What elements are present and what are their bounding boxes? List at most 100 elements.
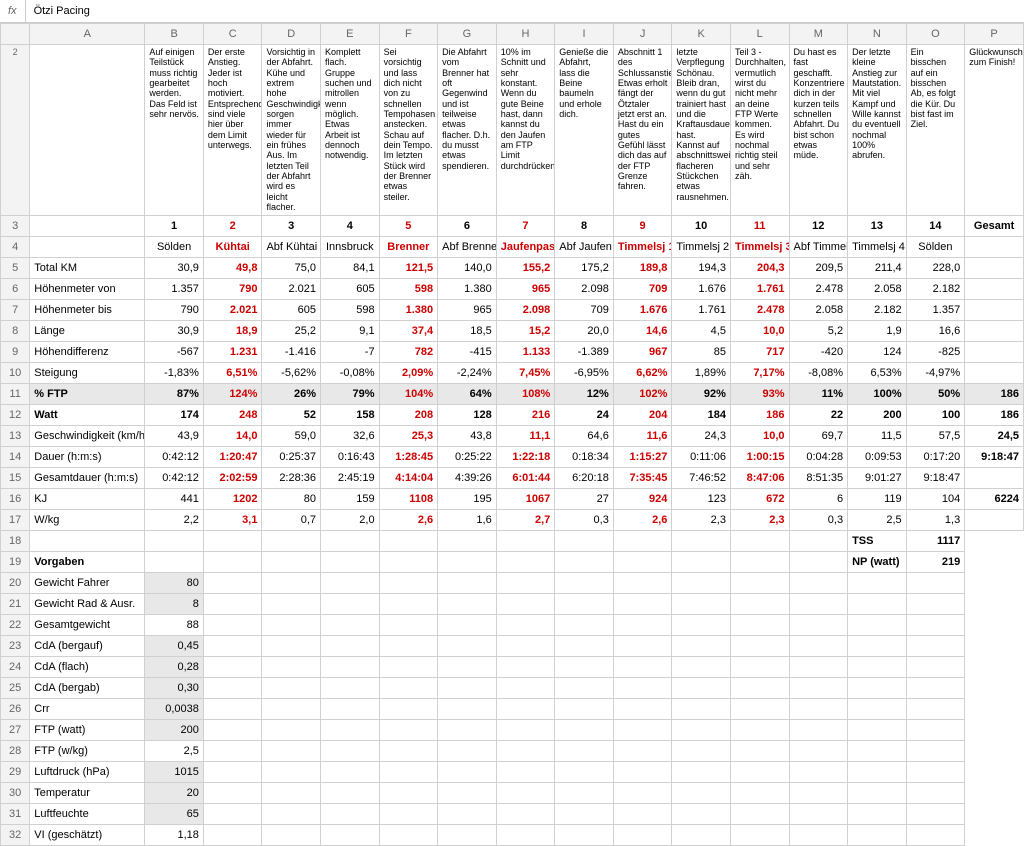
cell[interactable] [438, 824, 497, 845]
metric-value[interactable]: 1:28:45 [379, 446, 438, 467]
metric-value[interactable]: 174 [145, 404, 204, 425]
cell[interactable] [906, 572, 965, 593]
metric-value[interactable]: 87% [145, 383, 204, 404]
segment-number[interactable]: 6 [438, 215, 497, 236]
vorgabe-label[interactable]: Luftdruck (hPa) [30, 761, 145, 782]
cell[interactable] [496, 656, 555, 677]
metric-value[interactable]: -4,97% [906, 362, 965, 383]
cell[interactable] [672, 719, 731, 740]
cell[interactable] [379, 719, 438, 740]
cell[interactable] [145, 530, 204, 551]
cell[interactable] [496, 572, 555, 593]
metric-value[interactable]: 441 [145, 488, 204, 509]
metric-value[interactable]: 0:17:20 [906, 446, 965, 467]
cell[interactable] [203, 572, 262, 593]
spreadsheet-grid[interactable]: ABCDEFGHIJKLMNOP2Auf einigen Teilstück m… [0, 23, 1024, 846]
cell[interactable] [730, 551, 789, 572]
metric-value[interactable]: 1.133 [496, 341, 555, 362]
metric-value[interactable]: 1,3 [906, 509, 965, 530]
vorgabe-label[interactable]: CdA (flach) [30, 656, 145, 677]
metric-value[interactable]: 123 [672, 488, 731, 509]
metric-value[interactable]: 1.231 [203, 341, 262, 362]
cell[interactable] [496, 530, 555, 551]
vorgabe-value[interactable]: 65 [145, 803, 204, 824]
cell[interactable] [672, 551, 731, 572]
metric-value[interactable]: 598 [379, 278, 438, 299]
cell[interactable] [321, 803, 380, 824]
cell[interactable] [555, 614, 614, 635]
metric-value[interactable]: 80 [262, 488, 321, 509]
cell[interactable] [262, 614, 321, 635]
vorgabe-value[interactable]: 200 [145, 719, 204, 740]
metric-label[interactable]: Watt [30, 404, 145, 425]
row-header[interactable]: 25 [1, 677, 30, 698]
metric-value[interactable]: 100% [848, 383, 907, 404]
cell[interactable] [379, 614, 438, 635]
cell[interactable] [438, 698, 497, 719]
segment-number[interactable]: 4 [321, 215, 380, 236]
cell[interactable] [203, 824, 262, 845]
cell[interactable] [906, 782, 965, 803]
metric-value[interactable]: 24,3 [672, 425, 731, 446]
metric-value[interactable]: 1,9 [848, 320, 907, 341]
metric-value[interactable]: 598 [321, 299, 380, 320]
cell[interactable] [730, 803, 789, 824]
cell[interactable] [321, 530, 380, 551]
cell[interactable] [672, 698, 731, 719]
cell[interactable] [555, 635, 614, 656]
vorgabe-value[interactable]: 80 [145, 572, 204, 593]
cell[interactable] [262, 719, 321, 740]
vorgabe-label[interactable]: Luftfeuchte [30, 803, 145, 824]
metric-total[interactable] [965, 509, 1024, 530]
cell[interactable] [145, 551, 204, 572]
metric-value[interactable]: 92% [672, 383, 731, 404]
segment-name[interactable]: Timmelsj 3 [730, 236, 789, 257]
metric-value[interactable]: 6,53% [848, 362, 907, 383]
cell[interactable] [906, 614, 965, 635]
cell[interactable] [672, 593, 731, 614]
cell[interactable] [672, 803, 731, 824]
cell[interactable] [672, 782, 731, 803]
cell[interactable] [848, 614, 907, 635]
cell[interactable] [321, 593, 380, 614]
metric-value[interactable]: 2:45:19 [321, 467, 380, 488]
cell[interactable] [672, 530, 731, 551]
metric-value[interactable]: -0,08% [321, 362, 380, 383]
row-header[interactable]: 19 [1, 551, 30, 572]
metric-value[interactable]: 124% [203, 383, 262, 404]
col-header[interactable]: B [145, 24, 204, 45]
metric-total[interactable] [965, 257, 1024, 278]
metric-value[interactable]: 69,7 [789, 425, 848, 446]
metric-value[interactable]: 6:01:44 [496, 467, 555, 488]
cell[interactable] [379, 761, 438, 782]
cell[interactable] [555, 803, 614, 824]
segment-number[interactable]: 14 [906, 215, 965, 236]
metric-value[interactable]: 8:51:35 [789, 467, 848, 488]
row-header[interactable]: 29 [1, 761, 30, 782]
metric-value[interactable]: 1:15:27 [613, 446, 672, 467]
metric-value[interactable]: 965 [496, 278, 555, 299]
cell[interactable] [789, 530, 848, 551]
cell[interactable] [613, 740, 672, 761]
metric-value[interactable]: 1.380 [438, 278, 497, 299]
metric-value[interactable]: 717 [730, 341, 789, 362]
col-header[interactable]: H [496, 24, 555, 45]
metric-value[interactable]: 119 [848, 488, 907, 509]
metric-value[interactable]: 189,8 [613, 257, 672, 278]
metric-value[interactable]: 2.182 [848, 299, 907, 320]
metric-value[interactable]: 709 [613, 278, 672, 299]
metric-total[interactable] [965, 467, 1024, 488]
cell[interactable] [730, 698, 789, 719]
metric-value[interactable]: 18,5 [438, 320, 497, 341]
col-header[interactable]: O [906, 24, 965, 45]
metric-value[interactable]: 6,62% [613, 362, 672, 383]
cell[interactable] [613, 719, 672, 740]
metric-value[interactable]: -6,95% [555, 362, 614, 383]
cell[interactable] [965, 236, 1024, 257]
metric-value[interactable]: 605 [262, 299, 321, 320]
cell[interactable] [379, 803, 438, 824]
vorgabe-value[interactable]: 1015 [145, 761, 204, 782]
cell[interactable] [30, 45, 145, 216]
metric-value[interactable]: 7:35:45 [613, 467, 672, 488]
cell[interactable] [672, 614, 731, 635]
